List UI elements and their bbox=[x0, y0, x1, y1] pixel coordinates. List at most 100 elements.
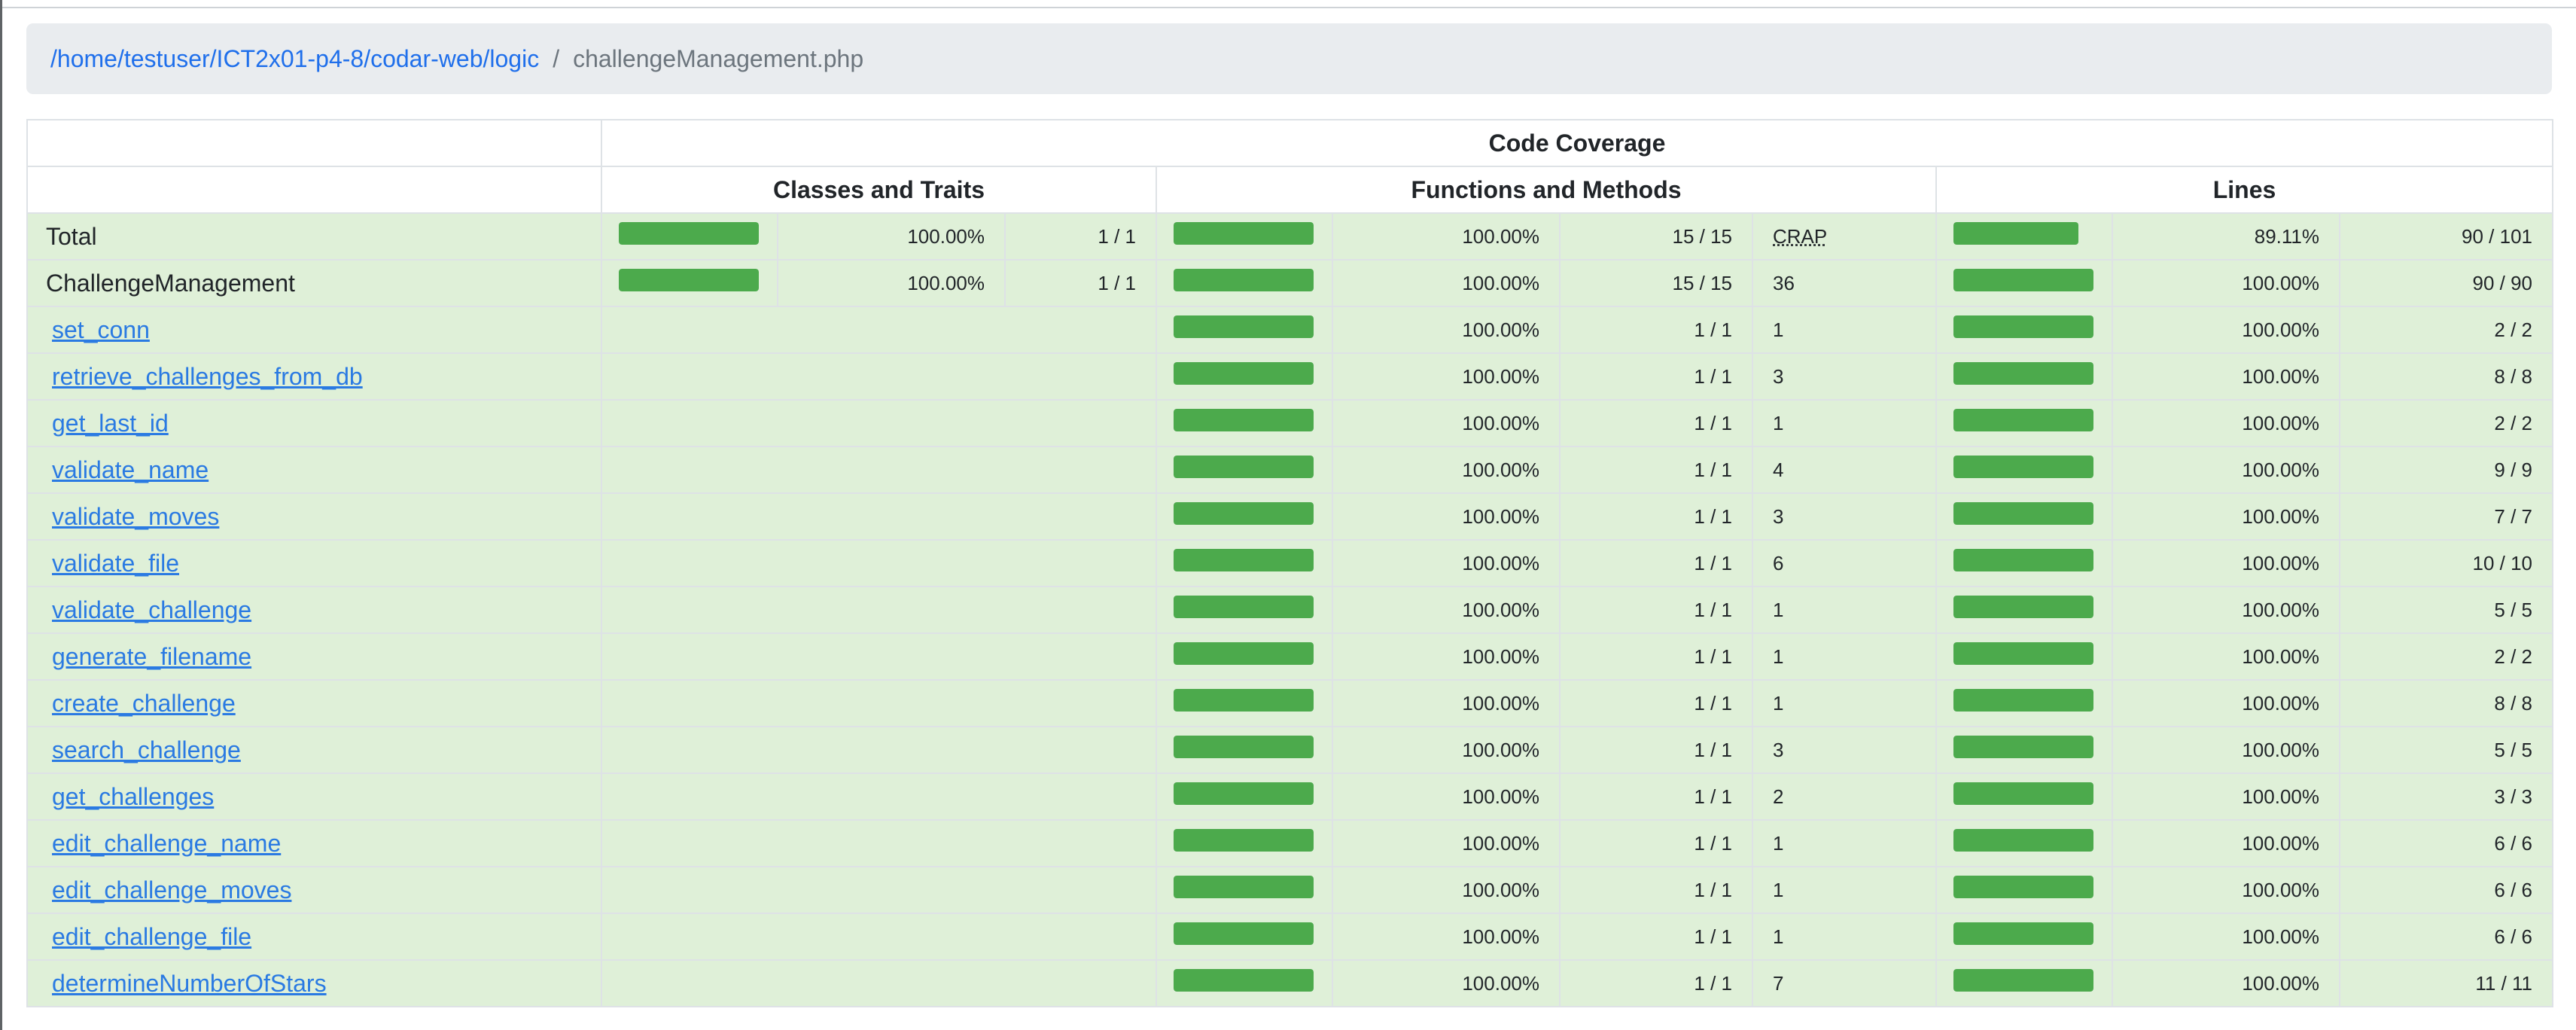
method-link[interactable]: generate_filename bbox=[52, 643, 251, 670]
crap-value: 36 bbox=[1752, 259, 1937, 307]
progress-fill bbox=[1174, 829, 1314, 852]
functions-ratio: 1 / 1 bbox=[1559, 399, 1753, 447]
progress-fill bbox=[1174, 736, 1314, 758]
classes-empty-cell bbox=[601, 959, 1157, 1007]
lines-percent: 100.00% bbox=[2112, 819, 2340, 867]
progress-fill bbox=[1174, 969, 1314, 992]
crap-value: 4 bbox=[1752, 446, 1937, 494]
lines-percent: 89.11% bbox=[2112, 212, 2340, 261]
method-link[interactable]: get_challenges bbox=[52, 783, 214, 810]
crap-value: 1 bbox=[1752, 913, 1937, 961]
lines-progress-bar bbox=[1953, 689, 2093, 712]
method-link[interactable]: retrieve_challenges_from_db bbox=[52, 363, 363, 390]
classes-progress-bar bbox=[619, 269, 759, 291]
progress-fill bbox=[1953, 596, 2093, 618]
method-link[interactable]: validate_moves bbox=[52, 503, 219, 530]
functions-percent: 100.00% bbox=[1332, 679, 1561, 727]
functions-ratio: 1 / 1 bbox=[1559, 539, 1753, 587]
lines-percent: 100.00% bbox=[2112, 913, 2340, 961]
functions-progress-bar bbox=[1174, 549, 1314, 571]
breadcrumb-path-link[interactable]: /home/testuser/ICT2x01-p4-8/codar-web/lo… bbox=[50, 45, 539, 73]
lines-ratio: 2 / 2 bbox=[2338, 632, 2554, 681]
lines-progress-bar bbox=[1953, 782, 2093, 805]
functions-percent: 100.00% bbox=[1332, 726, 1561, 774]
functions-progress-bar bbox=[1174, 269, 1314, 291]
progress-fill bbox=[1174, 549, 1314, 571]
lines-percent: 100.00% bbox=[2112, 726, 2340, 774]
classes-progress-bar bbox=[619, 222, 759, 245]
functions-percent: 100.00% bbox=[1332, 492, 1561, 541]
method-link[interactable]: get_last_id bbox=[52, 410, 169, 437]
progress-fill bbox=[1174, 362, 1314, 385]
breadcrumb-separator: / bbox=[553, 44, 560, 72]
lines-ratio: 8 / 8 bbox=[2338, 352, 2554, 401]
lines-percent: 100.00% bbox=[2112, 539, 2340, 587]
functions-percent: 100.00% bbox=[1332, 819, 1561, 867]
method-link[interactable]: create_challenge bbox=[52, 690, 236, 717]
functions-progress-bar bbox=[1174, 409, 1314, 431]
progress-fill bbox=[1953, 269, 2093, 291]
functions-percent: 100.00% bbox=[1332, 772, 1561, 821]
classes-ratio: 1 / 1 bbox=[1004, 259, 1157, 307]
progress-fill bbox=[1174, 222, 1314, 245]
method-link[interactable]: validate_name bbox=[52, 456, 209, 483]
lines-progress-bar bbox=[1953, 829, 2093, 852]
functions-percent: 100.00% bbox=[1332, 259, 1561, 307]
top-border bbox=[0, 0, 2576, 8]
method-row: get_last_id 100.00% 1 / 1 1 100.00% 2 / 2 bbox=[26, 399, 2554, 447]
functions-ratio: 1 / 1 bbox=[1559, 586, 1753, 634]
functions-progress-bar bbox=[1174, 456, 1314, 478]
progress-fill bbox=[619, 222, 759, 245]
method-link[interactable]: determineNumberOfStars bbox=[52, 970, 327, 997]
progress-fill bbox=[1174, 596, 1314, 618]
method-row: get_challenges 100.00% 1 / 1 2 100.00% 3 / 3 bbox=[26, 772, 2554, 821]
progress-fill bbox=[1174, 269, 1314, 291]
method-link[interactable]: edit_challenge_file bbox=[52, 923, 251, 950]
functions-ratio: 1 / 1 bbox=[1559, 866, 1753, 914]
method-row: edit_challenge_file 100.00% 1 / 1 1 100.00% 6… bbox=[26, 913, 2554, 961]
classes-empty-cell bbox=[601, 819, 1157, 867]
progress-fill bbox=[1174, 315, 1314, 338]
lines-progress-bar bbox=[1953, 642, 2093, 665]
crap-value: 1 bbox=[1752, 679, 1937, 727]
header-lines: Lines bbox=[1935, 166, 2554, 214]
functions-progress-bar bbox=[1174, 362, 1314, 385]
functions-progress-bar bbox=[1174, 689, 1314, 712]
lines-progress-bar bbox=[1953, 315, 2093, 338]
functions-percent: 100.00% bbox=[1332, 866, 1561, 914]
lines-ratio: 11 / 11 bbox=[2338, 959, 2554, 1007]
total-row: Total 100.00% 1 / 1 100.00% 15 / 15 CRAP… bbox=[26, 212, 2554, 261]
method-row: set_conn 100.00% 1 / 1 1 100.00% 2 / 2 bbox=[26, 306, 2554, 354]
functions-percent: 100.00% bbox=[1332, 586, 1561, 634]
method-link[interactable]: edit_challenge_name bbox=[52, 830, 281, 857]
functions-ratio: 1 / 1 bbox=[1559, 679, 1753, 727]
method-link[interactable]: set_conn bbox=[52, 316, 150, 343]
method-link[interactable]: validate_file bbox=[52, 550, 179, 577]
classes-percent: 100.00% bbox=[777, 259, 1006, 307]
functions-progress-bar bbox=[1174, 922, 1314, 945]
classes-empty-cell bbox=[601, 772, 1157, 821]
lines-progress-bar bbox=[1953, 596, 2093, 618]
class-row: ChallengeManagement 100.00% 1 / 1 100.00… bbox=[26, 259, 2554, 307]
breadcrumb: /home/testuser/ICT2x01-p4-8/codar-web/lo… bbox=[26, 23, 2552, 94]
progress-fill bbox=[1174, 689, 1314, 712]
method-link[interactable]: validate_challenge bbox=[52, 596, 251, 623]
lines-progress-bar bbox=[1953, 502, 2093, 525]
lines-percent: 100.00% bbox=[2112, 306, 2340, 354]
lines-percent: 100.00% bbox=[2112, 399, 2340, 447]
classes-empty-cell bbox=[601, 446, 1157, 494]
functions-progress-bar bbox=[1174, 596, 1314, 618]
lines-percent: 100.00% bbox=[2112, 492, 2340, 541]
method-row: validate_moves 100.00% 1 / 1 3 100.00% 7 / 7 bbox=[26, 492, 2554, 541]
crap-value: 6 bbox=[1752, 539, 1937, 587]
crap-value: 1 bbox=[1752, 586, 1937, 634]
lines-percent: 100.00% bbox=[2112, 259, 2340, 307]
classes-empty-cell bbox=[601, 306, 1157, 354]
classes-empty-cell bbox=[601, 866, 1157, 914]
method-link[interactable]: search_challenge bbox=[52, 736, 241, 763]
progress-fill bbox=[1953, 689, 2093, 712]
method-row: search_challenge 100.00% 1 / 1 3 100.00% 5 / … bbox=[26, 726, 2554, 774]
method-link[interactable]: edit_challenge_moves bbox=[52, 876, 291, 904]
progress-fill bbox=[1953, 876, 2093, 898]
crap-header: CRAP bbox=[1773, 224, 1828, 248]
